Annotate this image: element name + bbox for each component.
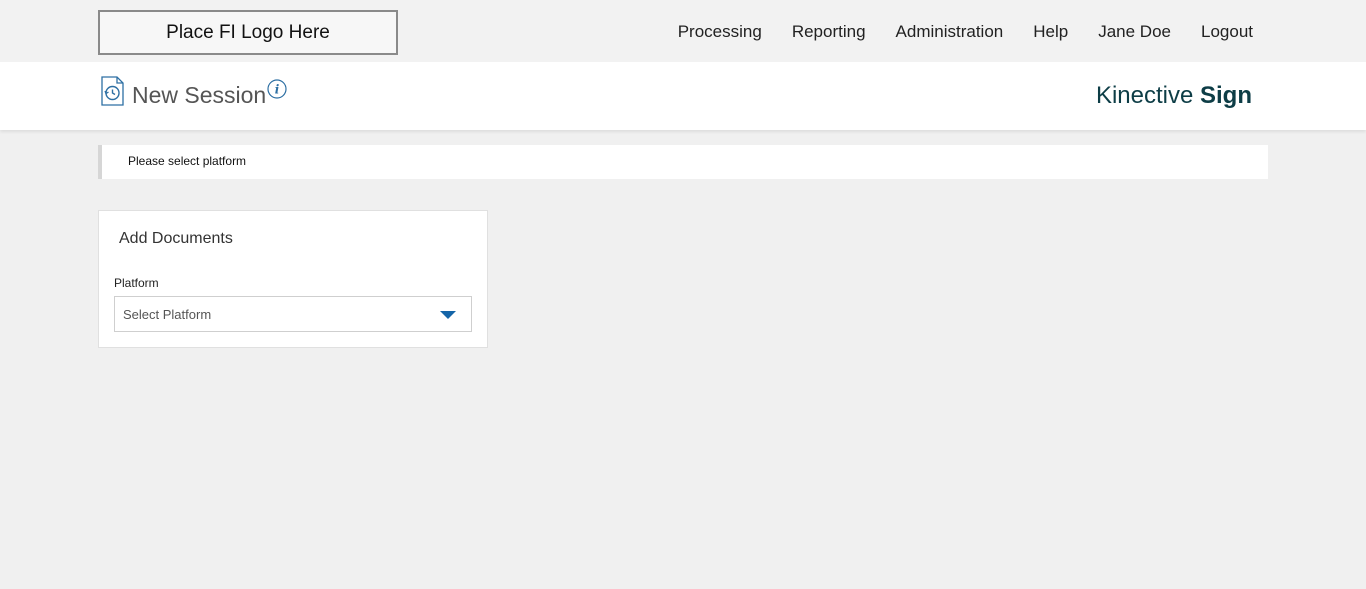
- nav-user-menu[interactable]: Jane Doe: [1098, 22, 1171, 42]
- info-icon[interactable]: i: [267, 79, 287, 99]
- fi-logo-placeholder[interactable]: Place FI Logo Here: [98, 10, 398, 55]
- nav-processing[interactable]: Processing: [678, 22, 762, 42]
- platform-select-value: Select Platform: [123, 307, 212, 322]
- nav-logout[interactable]: Logout: [1201, 22, 1253, 42]
- add-documents-card: Add Documents Platform Select Platform: [98, 210, 488, 348]
- brand-logo: Kinective Sign: [1096, 82, 1252, 110]
- nav-help[interactable]: Help: [1033, 22, 1068, 42]
- page-title: New Session: [132, 82, 267, 108]
- logo-text: Place FI Logo Here: [166, 21, 330, 43]
- nav-reporting[interactable]: Reporting: [792, 22, 866, 42]
- brand-product: Sign: [1200, 82, 1252, 109]
- status-message: Please select platform: [98, 145, 1268, 179]
- svg-text:i: i: [275, 83, 280, 97]
- top-bar: Place FI Logo Here Processing Reporting …: [0, 0, 1366, 62]
- document-history-icon: [101, 76, 124, 106]
- chevron-down-icon: [440, 311, 456, 319]
- platform-select[interactable]: Select Platform: [114, 296, 472, 332]
- status-message-text: Please select platform: [128, 154, 247, 168]
- main-nav: Processing Reporting Administration Help…: [678, 22, 1253, 42]
- platform-label: Platform: [114, 276, 159, 290]
- nav-administration[interactable]: Administration: [896, 22, 1004, 42]
- brand-name: Kinective: [1095, 82, 1194, 109]
- card-title: Add Documents: [119, 230, 233, 247]
- page-header: New Session i Kinective Sign: [0, 62, 1366, 130]
